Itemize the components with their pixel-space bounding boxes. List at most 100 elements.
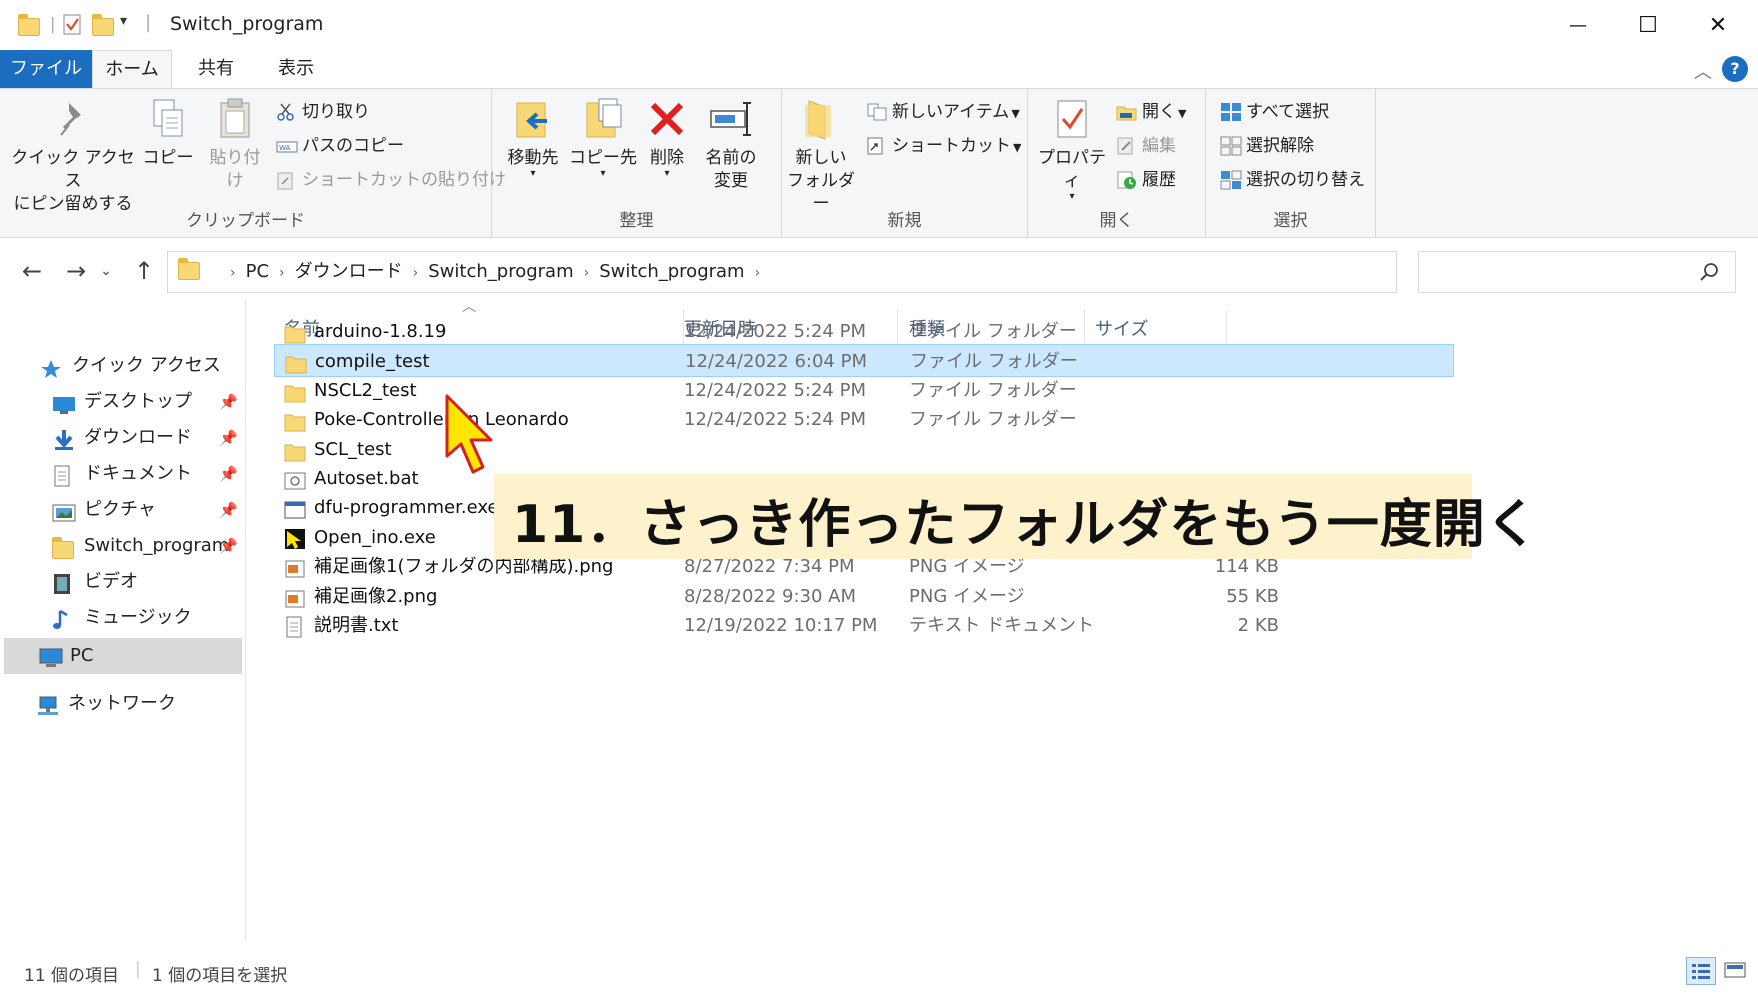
nav-item-label: ダウンロード [84, 427, 192, 448]
file-name-cell: Open_ino.exe [284, 521, 436, 554]
edit-button[interactable]: 編集 [1116, 131, 1176, 161]
file-name-cell: 補足画像2.png [284, 580, 437, 613]
file-row[interactable]: arduino-1.8.19 12/24/2022 5:24 PM ファイル フォル… [274, 315, 1454, 348]
open-group: プロパティ ▾ 開く ▼ 編集 履歴 開く [1028, 89, 1206, 237]
tab-file[interactable]: ファイル [0, 50, 92, 88]
new-folder-label-1: 新しい [795, 148, 847, 168]
breadcrumb-switch-program-current[interactable]: Switch_program [599, 261, 744, 282]
select-none-label: 選択解除 [1246, 136, 1314, 156]
tab-view[interactable]: 表示 [260, 50, 332, 88]
back-arrow-icon[interactable]: ← [14, 253, 50, 289]
pin-icon[interactable]: 📌 [219, 528, 238, 564]
delete-button[interactable]: 削除 ▾ [642, 95, 692, 179]
recent-locations-chevron-icon[interactable]: ⌄ [96, 253, 116, 289]
tab-share[interactable]: 共有 [180, 50, 252, 88]
copy-to-button[interactable]: コピー先 ▾ [568, 95, 638, 179]
breadcrumb-pc[interactable]: PC [246, 261, 269, 282]
new-folder-button[interactable]: 新しい フォルダー [782, 95, 860, 216]
address-bar-row: ← → ⌄ ↑ › PC › ダウンロード › Switch_program › Switch… [0, 245, 1758, 297]
history-label: 履歴 [1142, 170, 1176, 190]
forward-arrow-icon[interactable]: → [58, 253, 94, 289]
move-to-icon [511, 95, 555, 143]
folder-icon [284, 440, 306, 462]
shortcut-button[interactable]: ショートカット ▼ [866, 131, 1021, 161]
pin-icon[interactable]: 📌 [219, 420, 238, 456]
open-button[interactable]: 開く ▼ [1116, 97, 1186, 127]
copy-button[interactable]: コピー [140, 95, 196, 170]
paste-button[interactable]: 貼り付け [202, 95, 268, 193]
invert-selection-label: 選択の切り替え [1246, 170, 1365, 190]
up-arrow-icon[interactable]: ↑ [126, 253, 162, 289]
pin-icon[interactable]: 📌 [219, 456, 238, 492]
shortcut-label: ショートカット [892, 136, 1011, 156]
nav-item-network[interactable]: ネットワーク [0, 686, 246, 722]
select-none-icon [1220, 136, 1242, 156]
large-icons-view-icon[interactable] [1722, 959, 1750, 983]
nav-item-label: ドキュメント [84, 463, 192, 484]
tab-home[interactable]: ホーム [92, 50, 172, 88]
pin-label-1: クイック アクセス [11, 148, 135, 191]
nav-item-pictures[interactable]: ピクチャ 📌 [0, 492, 246, 528]
computer-icon [38, 646, 63, 667]
star-icon [40, 356, 64, 378]
shortcut-icon [866, 136, 888, 156]
breadcrumb-switch-program[interactable]: Switch_program [428, 261, 573, 282]
select-all-button[interactable]: すべて選択 [1220, 97, 1329, 127]
file-date: 8/28/2022 9:30 AM [684, 585, 857, 607]
rename-button[interactable]: 名前の 変更 [698, 95, 764, 193]
nav-network-label: ネットワーク [68, 693, 176, 714]
pin-icon[interactable]: 📌 [219, 492, 238, 528]
properties-button[interactable]: プロパティ ▾ [1032, 95, 1112, 202]
minimize-button[interactable]: — [1543, 0, 1613, 50]
file-name-cell: SCL_test [284, 433, 392, 466]
file-row[interactable]: compile_test 12/24/2022 6:04 PM ファイル フォルダー [274, 344, 1454, 378]
nav-item-music[interactable]: ミュージック [0, 600, 246, 636]
nav-quick-access[interactable]: クイック アクセス [0, 348, 246, 384]
select-all-label: すべて選択 [1246, 102, 1330, 122]
customize-toolbar-dropdown-icon[interactable]: ▾ [120, 13, 127, 29]
pin-quick-access-button[interactable]: クイック アクセス にピン留めする [10, 95, 136, 216]
select-all-icon [1220, 102, 1242, 122]
paste-shortcut-button[interactable]: ショートカットの貼り付け [276, 165, 506, 195]
maximize-button[interactable]: ☐ [1613, 0, 1683, 50]
properties-checkbox-icon[interactable] [62, 12, 86, 38]
copy-path-button[interactable]: WA パスのコピー [276, 131, 404, 161]
cut-button[interactable]: 切り取り [276, 97, 370, 127]
breadcrumb-separator[interactable]: › [755, 265, 761, 281]
nav-item-desktop[interactable]: デスクトップ 📌 [0, 384, 246, 420]
nav-item-switch-program[interactable]: Switch_program 📌 [0, 528, 246, 564]
file-date: 12/24/2022 5:24 PM [684, 409, 866, 431]
folder-icon [178, 258, 200, 284]
select-none-button[interactable]: 選択解除 [1220, 131, 1314, 161]
file-name: Open_ino.exe [314, 526, 436, 548]
copy-to-label: コピー先 [569, 148, 637, 168]
details-view-icon[interactable] [1686, 957, 1716, 985]
close-button[interactable]: ✕ [1683, 0, 1753, 50]
file-row[interactable]: 補足画像2.png 8/28/2022 9:30 AM PNG イメージ 55 KB [274, 580, 1454, 613]
collapse-ribbon-chevron-icon[interactable]: ︿ [1694, 58, 1712, 84]
breadcrumb-separator: › [412, 265, 419, 281]
nav-item-documents[interactable]: ドキュメント 📌 [0, 456, 246, 492]
file-row[interactable]: 説明書.txt 12/19/2022 10:17 PM テキスト ドキュメント 2 K… [274, 609, 1454, 642]
invert-selection-button[interactable]: 選択の切り替え [1220, 165, 1365, 195]
pin-icon[interactable]: 📌 [219, 384, 238, 420]
nav-item-downloads[interactable]: ダウンロード 📌 [0, 420, 246, 456]
folder-icon [284, 381, 306, 403]
nav-item-pc[interactable]: PC [4, 638, 242, 674]
history-button[interactable]: 履歴 [1116, 165, 1176, 195]
nav-item-videos[interactable]: ビデオ [0, 564, 246, 600]
pin-icon [51, 95, 95, 143]
properties-dropdown-icon: ▾ [1069, 191, 1075, 202]
file-type: ファイル フォルダー [909, 379, 1077, 401]
address-box[interactable]: › PC › ダウンロード › Switch_program › Switch_program… [167, 251, 1554, 293]
new-item-button[interactable]: 新しいアイテム ▼ [866, 97, 1020, 127]
move-to-button[interactable]: 移動先 ▾ [502, 95, 564, 179]
open-group-label: 開く [1099, 211, 1134, 231]
new-folder-quick-icon[interactable] [92, 12, 116, 38]
search-input[interactable] [1418, 251, 1736, 293]
help-icon[interactable]: ? [1722, 56, 1748, 82]
breadcrumb-downloads[interactable]: ダウンロード [295, 261, 403, 282]
file-name: Autoset.bat [314, 468, 419, 489]
copy-path-label: パスのコピー [302, 136, 404, 156]
properties-icon [1050, 95, 1094, 143]
